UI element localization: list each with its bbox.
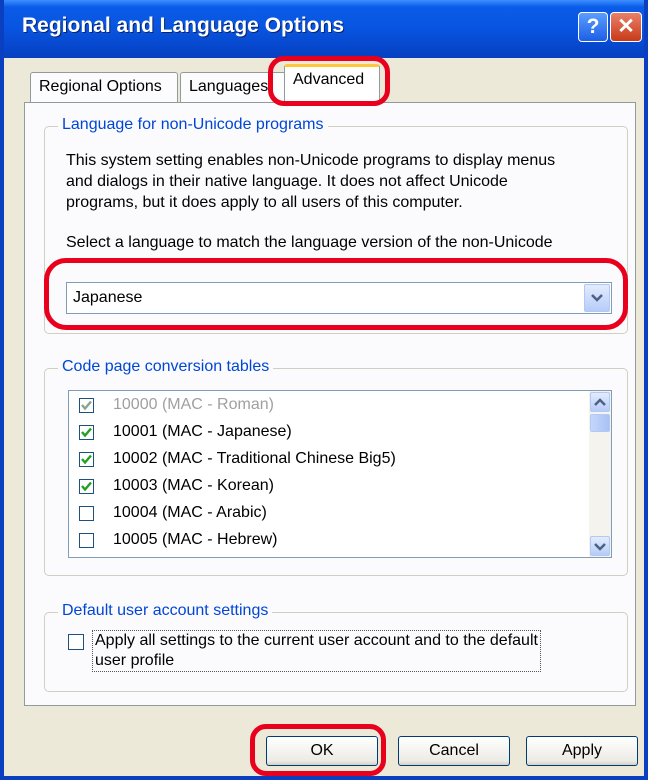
- scroll-up-button[interactable]: [590, 392, 610, 412]
- default-user-group-label: Default user account settings: [58, 602, 273, 620]
- window-title: Regional and Language Options: [22, 14, 345, 37]
- checkbox[interactable]: [79, 506, 94, 521]
- checkbox[interactable]: [79, 533, 94, 548]
- cancel-button[interactable]: Cancel: [398, 736, 510, 766]
- code-page-label: 10003 (MAC - Korean): [113, 477, 274, 494]
- language-select[interactable]: Japanese: [66, 282, 612, 314]
- apply-button[interactable]: Apply: [526, 736, 638, 766]
- non-unicode-group-label: Language for non-Unicode programs: [58, 116, 328, 134]
- close-icon: ✕: [617, 15, 635, 38]
- non-unicode-description: This system setting enables non-Unicode …: [66, 150, 555, 213]
- checkbox[interactable]: [79, 479, 94, 494]
- checkmark-icon: [81, 400, 92, 411]
- code-page-label: 10000 (MAC - Roman): [113, 396, 274, 413]
- tab-languages[interactable]: Languages: [180, 72, 286, 102]
- title-bar[interactable]: Regional and Language Options ? ✕: [4, 0, 644, 58]
- checkbox-label-line: Apply all settings to the current user a…: [95, 632, 538, 649]
- description-line: and dialogs in their native language. It…: [66, 173, 508, 190]
- description-line: programs, but it does apply to all users…: [66, 194, 463, 211]
- dialog-window: Regional and Language Options ? ✕ Region…: [0, 0, 648, 780]
- language-select-value: Japanese: [73, 289, 143, 306]
- tab-advanced[interactable]: Advanced: [284, 64, 380, 102]
- code-page-label: 10001 (MAC - Japanese): [113, 423, 292, 440]
- checkbox[interactable]: [79, 452, 94, 467]
- tab-label: Advanced: [293, 71, 365, 88]
- chevron-up-icon: [594, 398, 606, 406]
- chevron-down-icon: [591, 294, 603, 302]
- chevron-down-icon: [594, 543, 606, 551]
- close-button[interactable]: ✕: [610, 12, 642, 42]
- dropdown-button[interactable]: [584, 284, 610, 312]
- scroll-down-button[interactable]: [590, 536, 610, 556]
- tab-label: Languages: [189, 78, 269, 95]
- tab-regional-options[interactable]: Regional Options: [30, 72, 178, 102]
- apply-default-user-label[interactable]: Apply all settings to the current user a…: [92, 630, 541, 672]
- select-language-prompt: Select a language to match the language …: [66, 234, 553, 251]
- checkbox-label-line: user profile: [95, 652, 175, 669]
- code-page-list[interactable]: 10000 (MAC - Roman) 10001 (MAC - Japanese…: [68, 390, 612, 558]
- checkbox[interactable]: [79, 398, 94, 413]
- code-page-label: 10002 (MAC - Traditional Chinese Big5): [113, 450, 396, 467]
- checkmark-icon: [81, 481, 92, 492]
- checkmark-icon: [81, 427, 92, 438]
- code-page-label: 10004 (MAC - Arabic): [113, 504, 267, 521]
- apply-default-user-checkbox[interactable]: [68, 634, 84, 650]
- checkmark-icon: [81, 454, 92, 465]
- help-button[interactable]: ?: [578, 12, 608, 42]
- code-page-group-label: Code page conversion tables: [58, 358, 274, 376]
- ok-button[interactable]: OK: [266, 736, 378, 766]
- scrollbar[interactable]: [589, 391, 611, 557]
- code-page-label: 10005 (MAC - Hebrew): [113, 531, 278, 548]
- checkbox[interactable]: [79, 425, 94, 440]
- tab-label: Regional Options: [39, 78, 162, 95]
- scroll-thumb[interactable]: [590, 414, 610, 432]
- description-line: This system setting enables non-Unicode …: [66, 152, 556, 169]
- help-icon: ?: [586, 15, 600, 38]
